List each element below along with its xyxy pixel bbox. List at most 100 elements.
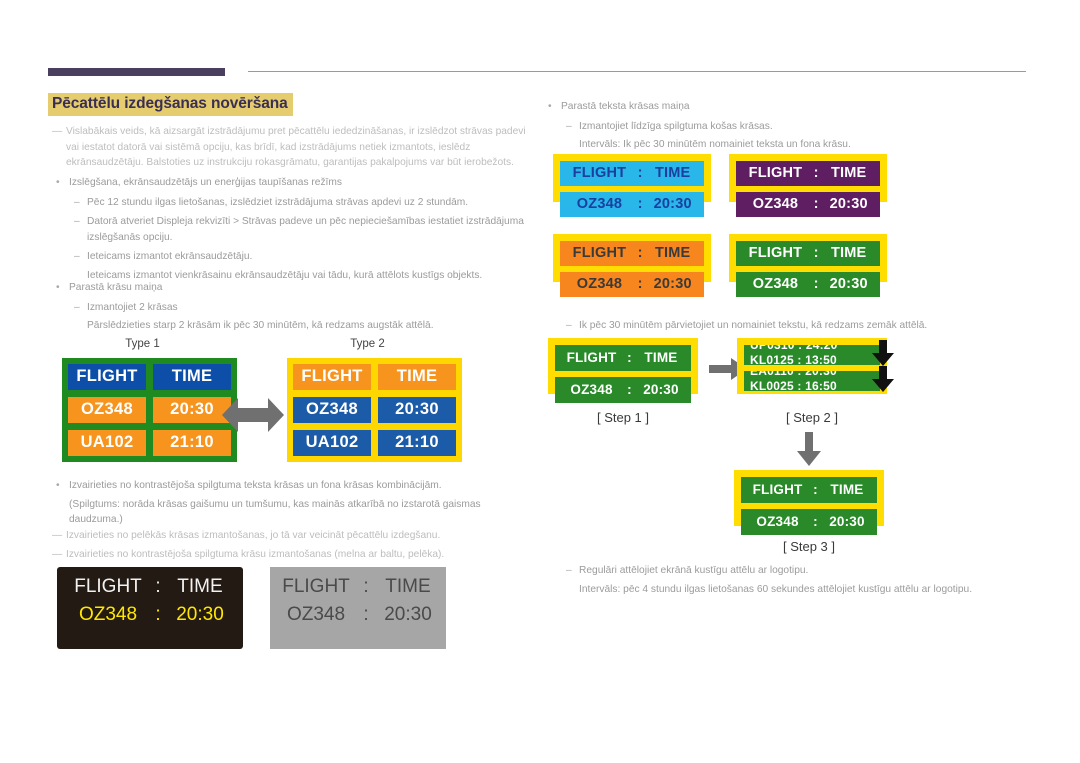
list-item: Intervāls: Ik pēc 30 minūtēm nomainiet t…	[579, 137, 1018, 153]
panel-header-line: FLIGHT : TIME	[555, 345, 691, 371]
type2-label: Type 2	[350, 338, 385, 350]
step3-flight-value: OZ348	[756, 514, 799, 529]
list-item: • Parastā teksta krāsas maiņa	[548, 99, 1018, 115]
cell-flight-1: UA102	[68, 430, 146, 456]
dark-panel-colon-2: :	[155, 604, 161, 625]
cyan-flight-label: FLIGHT	[572, 165, 627, 181]
cell-time-1: 21:10	[153, 430, 231, 456]
step1-label: [ Step 1 ]	[596, 410, 650, 425]
list-item: – Datorā atveriet Displeja rekvizīti > S…	[74, 214, 536, 245]
panel-header-line: FLIGHT : TIME	[560, 241, 704, 266]
bullet-3-note-text: (Spilgtums: norāda krāsas gaišumu un tum…	[69, 498, 481, 526]
panel-data-line: OZ348 : 20:30	[270, 604, 446, 626]
purple-flight-value: OZ348	[752, 196, 799, 212]
sub-1a-text: Pēc 12 stundu ilgas lietošanas, izslēdzi…	[87, 196, 469, 208]
bullet-2-text: Parastā krāsu maiņa	[69, 282, 163, 293]
header-accent-bar	[48, 68, 225, 76]
color-panel-purple: FLIGHT : TIME OZ348 : 20:30	[729, 154, 887, 217]
scroll-down-arrow-icon-2	[872, 366, 894, 397]
purple-colon-1: :	[813, 165, 819, 181]
step1-colon-2: :	[627, 382, 632, 397]
table-row: FLIGHT TIME	[68, 364, 231, 390]
right-bullet-1-text: Parastā teksta krāsas maiņa	[561, 101, 690, 112]
dash-marker-icon: –	[566, 565, 572, 576]
dash-marker-icon: –	[74, 251, 80, 263]
dark-panel-flight-value: OZ348	[78, 604, 138, 625]
cell-time-0: 20:30	[153, 397, 231, 423]
step1-time-label: TIME	[644, 350, 678, 365]
step2-panel: UP0310 : 24:20 KL0125 : 13:50 EA0110 : 2…	[737, 338, 887, 394]
left-bullet-list-2: • Parastā krāsu maiņa – Izmantojiet 2 kr…	[56, 280, 536, 334]
panel-header-line: UP0310 : 24:20 KL0125 : 13:50	[744, 345, 880, 365]
type2-flight-board: FLIGHT TIME OZ348 20:30 UA102 21:10	[287, 358, 462, 462]
right-sub-3-block: – Regulāri attēlojiet ekrānā kustīgu att…	[566, 563, 1026, 597]
cyan-colon-1: :	[637, 165, 643, 181]
list-item: – Izmantojiet līdzīga spilgtuma košas kr…	[566, 119, 1018, 135]
cell-flight-1: UA102	[293, 430, 371, 456]
gray-contrast-panel: FLIGHT : TIME OZ348 : 20:30	[270, 567, 446, 649]
down-arrow-icon	[797, 432, 821, 471]
orange-colon-2: :	[637, 276, 643, 292]
step3-time-value: 20:30	[829, 514, 865, 529]
dash-marker-icon: –	[74, 301, 80, 313]
right-sub-2-block: – Ik pēc 30 minūtēm pārvietojiet un noma…	[566, 318, 1026, 334]
step1-colon-1: :	[627, 350, 632, 365]
table-row: FLIGHT TIME	[293, 364, 456, 390]
panel-header-line: FLIGHT : TIME	[736, 241, 880, 266]
right-sub-1a-text: Izmantojiet līdzīga spilgtuma košas krās…	[579, 120, 773, 132]
panel-data-line: OZ348 : 20:30	[57, 604, 243, 626]
note-1-text: Izvairieties no pelēkās krāsas izmantoša…	[66, 530, 441, 541]
cyan-time-value: 20:30	[653, 196, 692, 212]
dash-marker-icon: –	[566, 320, 572, 331]
cyan-colon-2: :	[637, 196, 643, 212]
green-flight-label: FLIGHT	[748, 245, 803, 261]
step3-colon-2: :	[813, 514, 818, 529]
type1-label: Type 1	[125, 338, 160, 350]
left-bullet-list-3: • Izvairieties no kontrastējoša spilgtum…	[56, 478, 536, 528]
list-item: – Ieteicams izmantot ekrānsaudzētāju.	[74, 249, 536, 265]
panel-data-line: OZ348 : 20:30	[555, 377, 691, 403]
cyan-time-label: TIME	[654, 165, 691, 181]
bullet-dot-icon: •	[548, 101, 552, 112]
intro-paragraph-block: — Vislabākais veids, kā aizsargāt izstrā…	[52, 124, 536, 171]
intro-paragraph: Vislabākais veids, kā aizsargāt izstrādā…	[66, 126, 526, 169]
list-item: – Pēc 12 stundu ilgas lietošanas, izslēd…	[74, 195, 536, 211]
list-item: – Izmantojiet 2 krāsas	[74, 300, 536, 316]
purple-time-value: 20:30	[829, 196, 868, 212]
header-cell-flight: FLIGHT	[293, 364, 371, 390]
right-sub-1a-note-text: Intervāls: Ik pēc 30 minūtēm nomainiet t…	[579, 139, 851, 151]
step3-flight-label: FLIGHT	[752, 482, 803, 497]
dash-marker-icon: –	[74, 216, 80, 228]
sub-1b-text: Datorā atveriet Displeja rekvizīti > Str…	[87, 216, 524, 243]
panel-header-line: FLIGHT : TIME	[57, 576, 243, 598]
green-colon-2: :	[813, 276, 819, 292]
green-time-label: TIME	[830, 245, 867, 261]
orange-colon-1: :	[637, 245, 643, 261]
emdash-marker-icon: —	[52, 530, 63, 541]
step3-panel: FLIGHT : TIME OZ348 : 20:30	[734, 470, 884, 535]
color-panel-orange: FLIGHT : TIME OZ348 : 20:30	[553, 234, 711, 297]
bullet-dot-icon: •	[56, 282, 60, 293]
panel-data-line: OZ348 : 20:30	[560, 272, 704, 297]
color-panel-green: FLIGHT : TIME OZ348 : 20:30	[729, 234, 887, 297]
step3-time-label: TIME	[830, 482, 864, 497]
panel-header-line: FLIGHT : TIME	[270, 576, 446, 598]
orange-time-label: TIME	[654, 245, 691, 261]
step3-label: [ Step 3 ]	[782, 539, 836, 554]
cell-flight-0: OZ348	[68, 397, 146, 423]
step2-line-1: UP0310 : 24:20	[750, 345, 838, 352]
bullet-dot-icon: •	[56, 480, 60, 491]
page-title: Pēcattēlu izdegšanas novēršana	[48, 93, 293, 116]
right-sub-3-note-text: Intervāls: pēc 4 stundu ilgas lietošanas…	[579, 583, 973, 595]
step1-flight-label: FLIGHT	[566, 350, 617, 365]
gray-panel-colon-1: :	[363, 576, 369, 597]
table-row: OZ348 20:30	[68, 397, 231, 423]
orange-flight-value: OZ348	[576, 276, 623, 292]
purple-flight-label: FLIGHT	[748, 165, 803, 181]
green-colon-1: :	[813, 245, 819, 261]
note-2-text: Izvairieties no kontrastējoša spilgtuma …	[66, 549, 445, 560]
left-note-2-block: — Izvairieties no kontrastējoša spilgtum…	[52, 547, 536, 563]
list-item: • Izvairieties no kontrastējoša spilgtum…	[56, 478, 536, 494]
panel-data-line: EA0110 : 20:30 KL0025 : 16:50	[744, 371, 880, 391]
step2-line-4: KL0025 : 16:50	[750, 379, 837, 391]
